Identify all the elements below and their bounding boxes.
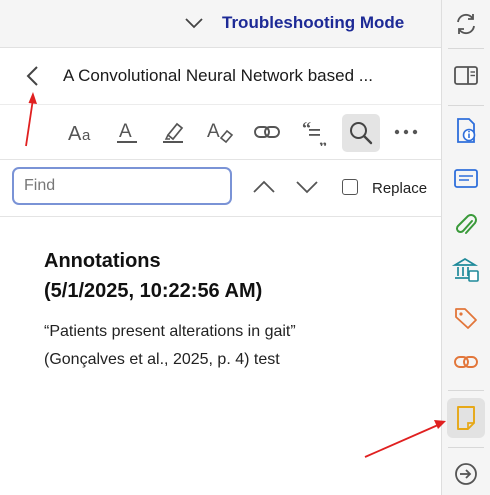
sync-icon[interactable]: [447, 5, 485, 43]
notes-icon[interactable]: [447, 398, 485, 438]
note-heading: Annotations (5/1/2025, 10:22:56 AM): [44, 246, 424, 306]
back-arrow-icon[interactable]: [20, 62, 46, 90]
find-next-icon[interactable]: [294, 176, 320, 198]
text-color-icon[interactable]: A: [110, 117, 144, 147]
svg-text:a: a: [82, 127, 91, 144]
right-sidebar: [441, 0, 490, 495]
replace-checkbox[interactable]: [342, 179, 358, 195]
find-previous-icon[interactable]: [251, 176, 277, 198]
info-icon[interactable]: [447, 112, 485, 150]
reader-pane-icon[interactable]: [447, 57, 485, 95]
svg-text:A: A: [207, 121, 220, 142]
troubleshooting-mode-label[interactable]: Troubleshooting Mode: [222, 13, 404, 33]
attachments-icon[interactable]: [447, 206, 485, 244]
replace-label[interactable]: Replace: [372, 180, 427, 197]
document-title: A Convolutional Neural Network based ...: [63, 66, 373, 85]
note-heading-timestamp: (5/1/2025, 10:22:56 AM): [44, 280, 263, 302]
libraries-collections-icon[interactable]: [447, 251, 485, 289]
highlighter-icon[interactable]: [156, 117, 190, 147]
formatting-toolbar: A a A A “ „: [0, 105, 441, 160]
note-quote: “Patients present alterations in gait”: [44, 323, 296, 340]
document-title-bar: A Convolutional Neural Network based ...: [0, 48, 441, 105]
note-quote-block: “Patients present alterations in gait” (…: [44, 318, 424, 374]
note-content[interactable]: Annotations (5/1/2025, 10:22:56 AM) “Pat…: [44, 246, 424, 374]
tags-icon[interactable]: [447, 299, 485, 337]
search-icon[interactable]: [342, 114, 380, 152]
eraser-text-icon[interactable]: A: [203, 117, 237, 147]
quote-icon[interactable]: “ „: [296, 117, 330, 147]
link-icon[interactable]: [250, 117, 284, 147]
font-size-icon[interactable]: A a: [66, 117, 100, 147]
svg-text:A: A: [68, 123, 82, 144]
main-pane: Troubleshooting Mode A Convolutional Neu…: [0, 0, 441, 495]
note-citation[interactable]: (Gonçalves et al., 2025, p. 4) test: [44, 351, 280, 368]
svg-text:A: A: [119, 121, 132, 142]
more-icon[interactable]: [389, 117, 423, 147]
note-heading-title: Annotations: [44, 250, 161, 272]
top-bar: Troubleshooting Mode: [0, 0, 441, 48]
related-icon[interactable]: [447, 343, 485, 381]
find-input[interactable]: [12, 167, 232, 205]
abstract-icon[interactable]: [447, 160, 485, 198]
locate-icon[interactable]: [447, 455, 485, 493]
chevron-down-icon[interactable]: [183, 12, 205, 34]
svg-text:„: „: [319, 132, 327, 146]
